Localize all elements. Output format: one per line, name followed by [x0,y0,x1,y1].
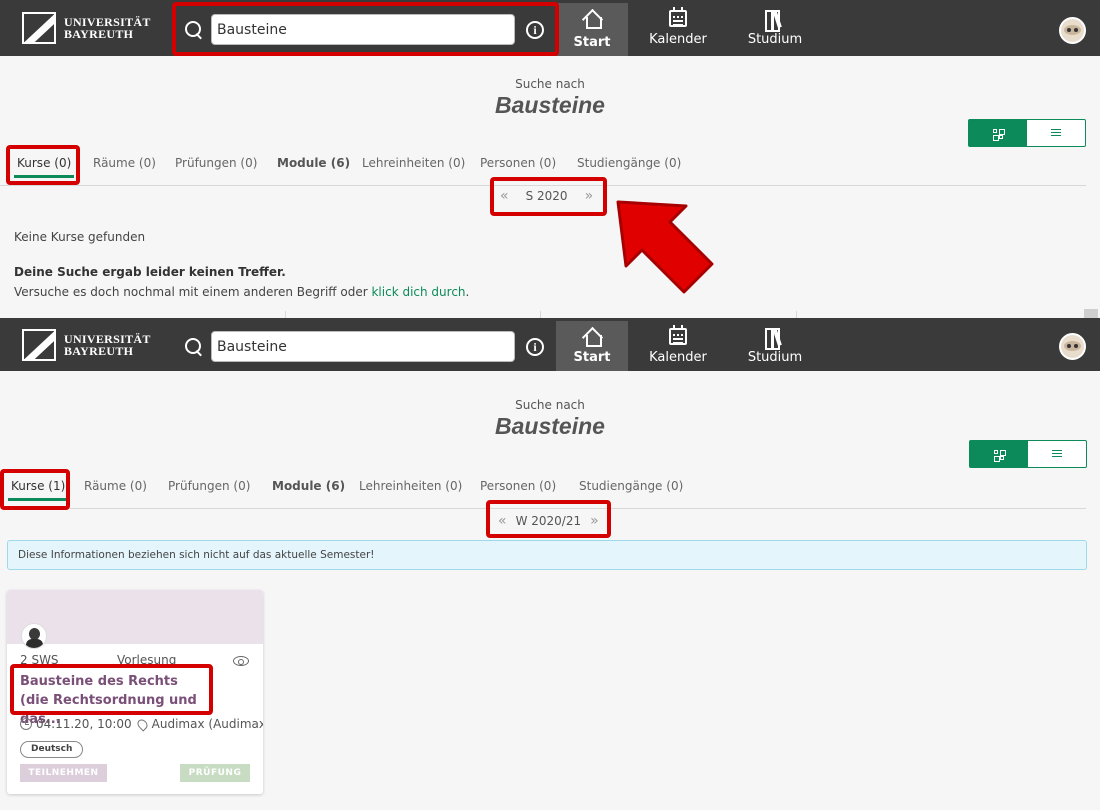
retry-message: Versuche es doch nochmal mit einem ander… [14,285,469,299]
nav-tab-label: Studium [747,350,803,365]
tab-personen[interactable]: Personen (0) [480,156,556,170]
highlight-course-title [10,664,213,715]
tab-pruefungen[interactable]: Prüfungen (0) [168,479,250,493]
nav-tab-kalender[interactable]: Kalender [640,4,716,53]
nav-tab-label: Kalender [649,350,707,365]
semester-info-alert: Diese Informationen beziehen sich nicht … [7,540,1087,570]
search-query-title: Bausteine [495,92,605,118]
list-view-icon [1051,129,1061,130]
university-logo[interactable]: UNIVERSITÄT BAYREUTH [22,329,151,361]
view-toggle [968,119,1086,147]
nav-tab-start[interactable]: Start [556,321,628,371]
search-icon[interactable] [184,337,204,357]
list-view-button[interactable] [1027,120,1085,146]
grid-view-icon [994,450,1006,462]
highlight-tab-kurse [0,469,70,510]
no-results-text: Keine Kurse gefunden [14,230,146,244]
search-result-panel-summer: UNIVERSITÄT BAYREUTH i Start Kalender St… [0,0,1100,318]
course-datetime: 04.11.20, 10:00 [36,717,132,731]
home-icon [583,9,602,29]
retry-end: . [465,285,470,299]
eye-icon[interactable] [233,656,249,666]
clock-icon [20,718,32,730]
avatar-icon[interactable] [1059,17,1086,44]
join-button[interactable]: TEILNEHMEN [20,764,107,782]
books-icon [765,328,785,350]
nav-tab-studium[interactable]: Studium [740,322,810,371]
calendar-icon [669,325,687,345]
highlight-semester [486,500,611,538]
highlight-semester [490,177,607,216]
list-view-icon [1052,450,1062,451]
tab-module[interactable]: Module (6) [277,156,350,170]
scrollbar[interactable] [1084,309,1098,318]
no-match-message: Deine Suche ergab leider keinen Treffer. [14,265,286,279]
location-pin-icon [135,716,150,732]
books-icon [765,10,785,32]
tab-personen[interactable]: Personen (0) [480,479,556,493]
search-query-title: Bausteine [495,413,605,439]
view-toggle [969,440,1087,468]
university-logo-icon [22,12,56,44]
browse-link[interactable]: klick dich durch [371,285,465,299]
tab-lehreinheiten[interactable]: Lehreinheiten (0) [359,479,462,493]
no-match-bold: Deine Suche ergab leider keinen Treffer. [14,265,286,279]
top-navbar: UNIVERSITÄT BAYREUTH i Start Kalender St… [0,318,1100,371]
retry-text: Versuche es doch nochmal mit einem ander… [14,285,372,299]
tab-module[interactable]: Module (6) [272,479,345,493]
calendar-icon [669,7,687,27]
university-logo-icon [22,329,56,361]
course-schedule: 04.11.20, 10:00 Audimax (Audimax) [20,716,263,732]
nav-tab-label: Kalender [649,32,707,47]
nav-tab-studium[interactable]: Studium [740,4,810,53]
tab-pruefungen[interactable]: Prüfungen (0) [175,156,257,170]
tab-studiengaenge[interactable]: Studiengänge (0) [579,479,683,493]
nav-tab-kalender[interactable]: Kalender [640,322,716,371]
grid-view-icon [993,129,1005,141]
highlight-search [172,2,559,56]
info-icon[interactable]: i [526,337,544,356]
red-arrow-icon [616,200,714,294]
tab-lehreinheiten[interactable]: Lehreinheiten (0) [362,156,465,170]
search-label: Suche nach [515,77,585,91]
avatar-icon[interactable] [1059,333,1086,360]
search-bar: i [184,331,544,362]
exam-button[interactable]: PRÜFUNG [180,764,250,782]
language-badge: Deutsch [20,741,84,758]
nav-tab-label: Studium [747,32,803,47]
nav-tab-start[interactable]: Start [556,3,628,56]
brand-line-2: BAYREUTH [64,344,134,358]
search-input[interactable] [211,331,515,362]
highlight-tab-kurse [6,145,80,185]
lecturer-avatar[interactable] [21,623,47,649]
course-room[interactable]: Audimax (Audimax) [152,717,263,731]
brand-line-2: BAYREUTH [64,27,134,41]
search-result-panel-winter: UNIVERSITÄT BAYREUTH i Start Kalender St… [0,318,1100,810]
list-view-button[interactable] [1028,441,1086,467]
tab-studiengaenge[interactable]: Studiengänge (0) [577,156,681,170]
university-logo[interactable]: UNIVERSITÄT BAYREUTH [22,12,151,44]
grid-view-button[interactable] [970,441,1028,467]
nav-tab-label: Start [573,35,611,50]
home-icon [583,327,602,347]
grid-view-button[interactable] [969,120,1027,146]
tab-raeume[interactable]: Räume (0) [84,479,147,493]
tab-raeume[interactable]: Räume (0) [93,156,156,170]
nav-tab-label: Start [573,350,611,365]
search-label: Suche nach [515,398,585,412]
content-dividers [0,311,1100,318]
